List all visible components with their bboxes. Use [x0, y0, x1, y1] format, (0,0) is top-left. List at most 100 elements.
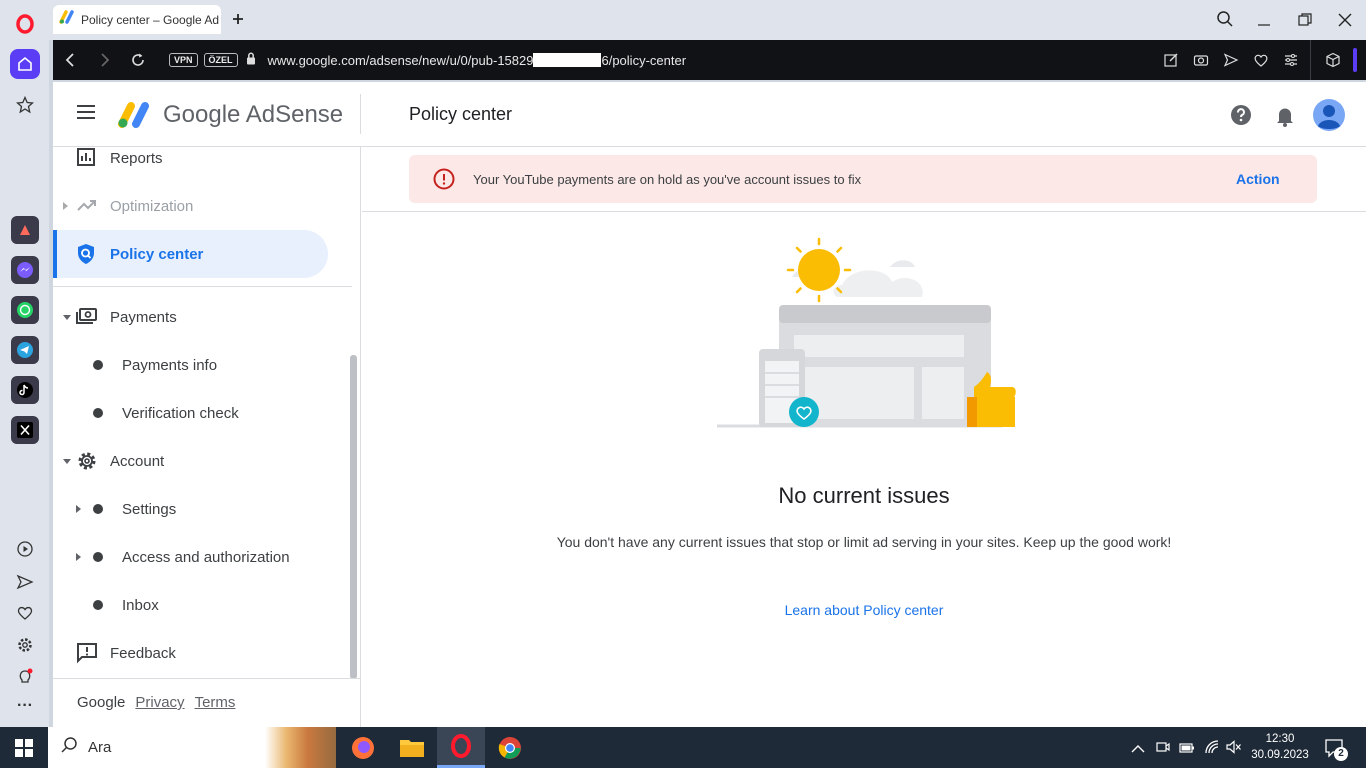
- adsense-logo-icon: [117, 99, 153, 134]
- file-explorer-icon[interactable]: [399, 736, 425, 765]
- main-content: Your YouTube payments are on hold as you…: [362, 147, 1366, 727]
- taskbar-clock[interactable]: 12:30 30.09.2023: [1250, 731, 1310, 763]
- lock-icon[interactable]: [246, 52, 256, 68]
- sidebar-toggle[interactable]: [1353, 48, 1357, 72]
- learn-policy-center-link: Learn about Policy center: [362, 602, 1366, 618]
- heart-icon[interactable]: [10, 598, 40, 628]
- bullet-icon: [93, 552, 103, 562]
- sidebar-item-settings[interactable]: Settings: [53, 485, 353, 533]
- collapse-caret-icon[interactable]: [63, 459, 71, 464]
- settings-icon[interactable]: [10, 630, 40, 660]
- trending-up-icon: [76, 195, 98, 217]
- tab-search-icon[interactable]: [1216, 10, 1234, 33]
- minimize-icon[interactable]: [1257, 12, 1271, 31]
- x-twitter-icon[interactable]: [11, 416, 39, 444]
- sidebar-item-optimization[interactable]: Optimization: [53, 182, 353, 230]
- empty-state-title: No current issues: [778, 483, 950, 508]
- chrome-icon[interactable]: [497, 735, 523, 766]
- opera-taskbar-icon[interactable]: [437, 727, 485, 768]
- volume-muted-icon[interactable]: [1226, 740, 1242, 759]
- more-icon[interactable]: ···: [10, 691, 40, 721]
- windows-start-icon[interactable]: [0, 727, 48, 768]
- expand-caret-icon[interactable]: [76, 505, 81, 513]
- sidebar-footer: Google Privacy Terms: [77, 694, 235, 711]
- telegram-icon[interactable]: [11, 336, 39, 364]
- firefox-icon[interactable]: [350, 735, 376, 766]
- easy-setup-icon[interactable]: [1283, 52, 1299, 73]
- brand-name: Google AdSense: [163, 101, 344, 128]
- sidebar-item-access-authorization[interactable]: Access and authorization: [53, 533, 353, 581]
- wifi-icon[interactable]: [1204, 739, 1220, 760]
- sidebar-item-feedback[interactable]: Feedback: [53, 629, 353, 677]
- close-window-icon[interactable]: [1338, 13, 1352, 32]
- bullet-icon: [93, 360, 103, 370]
- learn-link-text[interactable]: Learn about Policy center: [785, 602, 944, 618]
- clock-time: 12:30: [1265, 733, 1295, 745]
- sidebar-item-label: Verification check: [122, 404, 239, 422]
- camera-icon[interactable]: [1193, 52, 1209, 73]
- new-tab-icon[interactable]: [229, 10, 247, 28]
- meet-now-icon[interactable]: [1156, 740, 1170, 759]
- sidebar-item-label: Settings: [122, 500, 177, 518]
- share-icon[interactable]: [1223, 52, 1239, 73]
- expand-caret-icon[interactable]: [76, 553, 81, 561]
- player-icon[interactable]: [10, 534, 40, 564]
- vpn-badge[interactable]: VPN: [169, 53, 198, 67]
- sidebar-scrollbar[interactable]: [350, 355, 357, 679]
- back-icon[interactable]: [63, 52, 77, 73]
- footer-terms-link[interactable]: Terms: [195, 694, 236, 711]
- empty-state-body: You don't have any current issues that s…: [556, 534, 1172, 550]
- notification-count-badge: 2: [1334, 747, 1348, 761]
- error-icon: [433, 168, 455, 195]
- aria-icon[interactable]: [11, 216, 39, 244]
- sidebar-item-payments[interactable]: Payments: [53, 293, 353, 341]
- footer-privacy-link[interactable]: Privacy: [135, 694, 184, 711]
- no-issues-illustration: [712, 237, 1022, 452]
- whatsapp-icon[interactable]: [11, 296, 39, 324]
- bullet-icon: [93, 408, 103, 418]
- sidebar-item-inbox[interactable]: Inbox: [53, 581, 353, 629]
- windows-taskbar: Ara 12:30 30.09.2023 2: [0, 727, 1366, 768]
- account-avatar[interactable]: [1312, 98, 1346, 137]
- battery-icon[interactable]: [1179, 741, 1195, 759]
- alert-action-button[interactable]: Action: [1236, 171, 1280, 187]
- sidebar-item-verification-check[interactable]: Verification check: [53, 389, 353, 437]
- hamburger-menu-icon[interactable]: [76, 104, 96, 125]
- sidebar-item-account[interactable]: Account: [53, 437, 353, 485]
- footer-google: Google: [77, 694, 126, 711]
- sidebar-item-policy-center[interactable]: Policy center: [53, 230, 328, 278]
- sidebar-item-reports[interactable]: Reports: [53, 134, 353, 182]
- sidebar-item-label: Reports: [110, 149, 163, 167]
- send-icon[interactable]: [10, 567, 40, 597]
- messenger-icon[interactable]: [11, 256, 39, 284]
- notifications-bell-icon[interactable]: [1275, 105, 1295, 132]
- page-title: Policy center: [409, 104, 513, 124]
- sidebar-item-label: Access and authorization: [122, 548, 290, 566]
- sidebar-item-payments-info[interactable]: Payments info: [53, 341, 353, 389]
- url-prefix: www.google.com/adsense/new/u/0/pub-15829: [267, 52, 534, 68]
- speed-dial-icon[interactable]: [10, 90, 40, 120]
- reload-icon[interactable]: [130, 52, 146, 73]
- show-hidden-icons-icon[interactable]: [1131, 741, 1145, 759]
- help-icon[interactable]: [1230, 104, 1252, 131]
- adsense-page: Google AdSense Policy center Reports Opt…: [53, 82, 1366, 727]
- expand-caret-icon[interactable]: [63, 202, 68, 210]
- forward-icon[interactable]: [98, 52, 112, 73]
- alert-message: Your YouTube payments are on hold as you…: [473, 172, 862, 187]
- bookmark-heart-icon[interactable]: [1253, 52, 1269, 73]
- lightbulb-icon[interactable]: [10, 662, 40, 692]
- restore-icon[interactable]: [1298, 13, 1312, 32]
- opera-menu-icon[interactable]: [10, 9, 40, 39]
- collapse-caret-icon[interactable]: [63, 315, 71, 320]
- edit-icon[interactable]: [1163, 52, 1179, 73]
- search-icon: [60, 736, 78, 759]
- tiktok-icon[interactable]: [11, 376, 39, 404]
- adsense-favicon-icon: [59, 10, 75, 29]
- browser-tab[interactable]: Policy center – Google Ad: [53, 5, 221, 34]
- extensions-cube-icon[interactable]: [1325, 52, 1341, 73]
- bar-chart-icon: [76, 147, 98, 169]
- sidebar-item-label: Payments: [110, 308, 177, 326]
- url-bar[interactable]: VPN ÖZEL www.google.com/adsense/new/u/0/…: [169, 50, 889, 70]
- sidebar-item-label: Account: [110, 452, 165, 470]
- home-icon[interactable]: [10, 49, 40, 79]
